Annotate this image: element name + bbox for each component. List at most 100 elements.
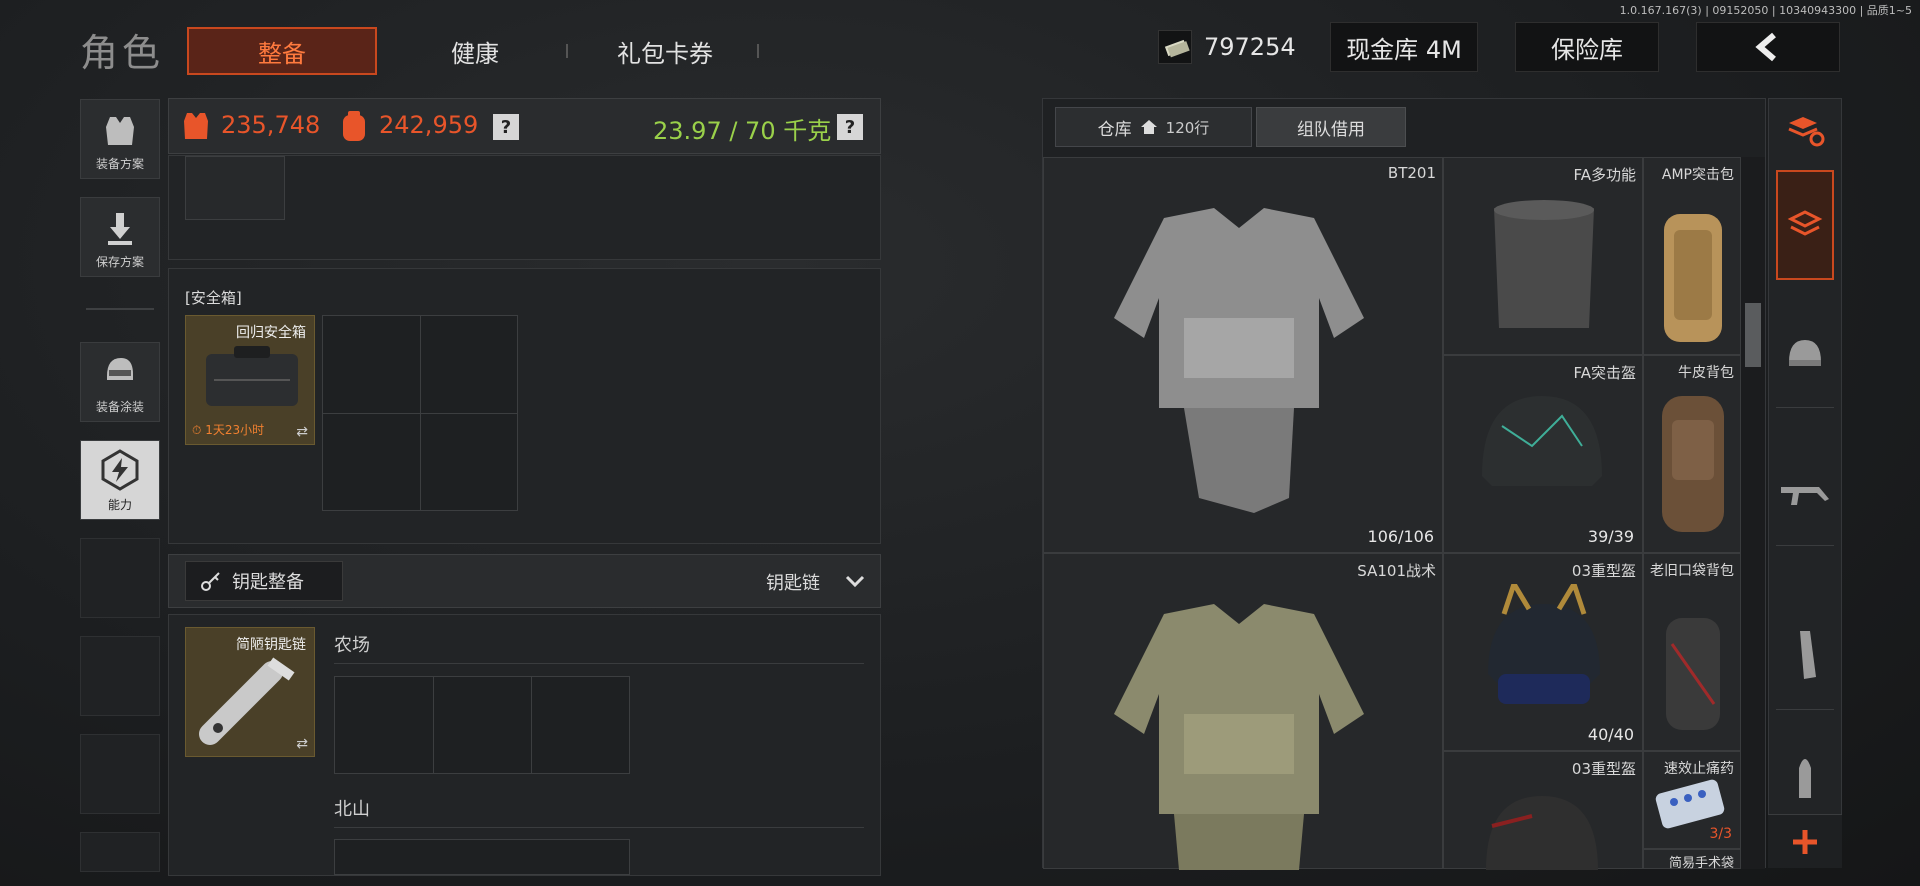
safe-box-grid — [322, 315, 518, 511]
page-title: 角色 — [80, 31, 165, 75]
sort-button[interactable] — [1776, 100, 1834, 160]
item-count: 3/3 — [1709, 826, 1732, 842]
keychain-item[interactable]: 简陋钥匙链 ⇄ — [185, 627, 315, 757]
gear-panel — [168, 155, 881, 260]
magazine-icon — [1800, 630, 1816, 679]
key-loadout-label: 钥匙整备 — [232, 572, 304, 593]
item-cell-helmet[interactable]: 03重型盔 40/40 — [1443, 553, 1643, 751]
team-borrow-label: 组队借用 — [1297, 119, 1365, 140]
vest-icon — [106, 117, 134, 145]
helmet-icon — [1789, 339, 1821, 366]
item-cell-armor[interactable]: BT201 106/106 — [1043, 157, 1443, 553]
key-section-header: 钥匙整备 钥匙链 — [168, 554, 881, 608]
item-name: 简易手术袋 — [1668, 856, 1734, 871]
category-all[interactable] — [1776, 170, 1834, 280]
tab-health[interactable]: 健康 — [400, 27, 550, 75]
tab-divider — [757, 44, 759, 58]
sidebar-item-label: 装备方案 — [95, 157, 144, 171]
item-durability: 40/40 — [1587, 725, 1634, 744]
item-cell-pouch[interactable]: FA多功能 — [1443, 157, 1643, 355]
item-name: BT201 — [1387, 164, 1436, 182]
sidebar-item-paint[interactable]: 装备涂装 — [80, 342, 160, 422]
warehouse-tab[interactable]: 仓库 120行 — [1055, 107, 1252, 147]
backpack-image — [1664, 214, 1722, 342]
tab-gift-cards[interactable]: 礼包卡券 — [585, 27, 745, 75]
category-weapon[interactable] — [1776, 436, 1834, 546]
grid-line — [323, 413, 517, 414]
item-name: 牛皮背包 — [1678, 365, 1734, 381]
gear-slot[interactable] — [185, 156, 285, 220]
tab-divider — [566, 44, 568, 58]
item-durability: 39/39 — [1587, 527, 1634, 546]
item-name: 回归安全箱 — [236, 325, 306, 341]
vest-value: 235,748 — [221, 111, 321, 139]
scrollbar-track[interactable] — [1741, 157, 1765, 869]
helmet-paint-icon — [107, 358, 133, 380]
item-name: 简陋钥匙链 — [236, 637, 306, 653]
grid-line — [433, 677, 434, 773]
tab-loadout[interactable]: 整备 — [187, 27, 377, 75]
keychain-dropdown-label[interactable]: 钥匙链 — [766, 569, 820, 595]
safe-box-title: [安全箱] — [185, 289, 242, 307]
swap-icon[interactable]: ⇄ — [296, 424, 308, 440]
rifle-icon — [1781, 486, 1829, 505]
helmet-image — [1486, 796, 1598, 870]
item-cell-backpack[interactable]: AMP突击包 — [1643, 157, 1741, 355]
grid-line — [531, 677, 532, 773]
item-cell-helmet[interactable]: FA突击盔 39/39 — [1443, 355, 1643, 553]
loadout-header: 235,748 242,959 ? 23.97 / 70 千克 ? — [168, 98, 881, 154]
cash-icon — [1158, 30, 1192, 64]
item-name: SA101战术 — [1357, 562, 1436, 580]
bullet-icon — [1799, 758, 1811, 798]
back-button[interactable] — [1696, 22, 1840, 72]
item-name: FA突击盔 — [1573, 364, 1636, 382]
safe-box-timer: ⏱ 1天23小时 — [192, 423, 265, 437]
item-cell-armor[interactable]: SA101战术 — [1043, 553, 1443, 870]
currency-value: 797254 — [1204, 33, 1296, 61]
key-loadout-button[interactable]: 钥匙整备 — [185, 561, 343, 601]
backpack-image — [1666, 618, 1720, 730]
item-name: 速效止痛药 — [1664, 761, 1734, 777]
team-borrow-tab[interactable]: 组队借用 — [1256, 107, 1406, 147]
backpack-value: 242,959 — [379, 111, 479, 139]
sidebar-item-label: 装备涂装 — [95, 400, 144, 414]
item-cell-backpack[interactable]: 老旧口袋背包 — [1643, 553, 1741, 751]
item-durability: 106/106 — [1367, 527, 1434, 546]
download-icon — [108, 213, 132, 245]
key-icon — [201, 572, 220, 591]
item-cell-medicine[interactable]: 速效止痛药 3/3 — [1643, 751, 1741, 849]
backpack-value-icon — [343, 111, 365, 141]
sidebar-item-ability[interactable]: 能力 — [80, 440, 160, 520]
item-cell-backpack[interactable]: 牛皮背包 — [1643, 355, 1741, 553]
ability-icon — [101, 449, 139, 491]
scrollbar-thumb[interactable] — [1745, 303, 1761, 367]
sidebar-slot-empty — [80, 538, 160, 618]
map-divider — [334, 663, 864, 664]
value-help-button[interactable]: ? — [493, 114, 519, 140]
sidebar-item-loadout-plan[interactable]: 装备方案 — [80, 99, 160, 179]
sidebar-item-label: 保存方案 — [95, 255, 144, 269]
category-magazine[interactable] — [1776, 600, 1834, 710]
vest-value-icon — [184, 113, 208, 139]
map-label: 北山 — [334, 799, 370, 820]
item-cell-surgery-kit[interactable]: 简易手术袋 — [1643, 849, 1741, 871]
pill-blister-image — [1655, 779, 1725, 829]
sidebar-item-label: 能力 — [107, 498, 132, 512]
cash-vault-button[interactable]: 现金库 4M — [1330, 22, 1478, 72]
map-divider — [334, 827, 864, 828]
sidebar-slot-empty — [80, 832, 160, 872]
weight-help-button[interactable]: ? — [837, 114, 863, 140]
chevron-left-icon — [1755, 32, 1776, 62]
insurance-vault-button[interactable]: 保险库 — [1515, 22, 1659, 72]
safe-box-item[interactable]: 回归安全箱 ⏱ 1天23小时 ⇄ — [185, 315, 315, 445]
swap-icon[interactable]: ⇄ — [296, 736, 308, 752]
item-cell-helmet[interactable]: 03重型盔 — [1443, 751, 1643, 870]
helmet-image — [1488, 584, 1600, 704]
chevron-down-icon[interactable] — [844, 573, 866, 589]
category-helmet[interactable] — [1776, 298, 1834, 408]
add-category-button[interactable] — [1768, 814, 1842, 868]
safe-box-panel: [安全箱] 回归安全箱 ⏱ 1天23小时 ⇄ — [168, 268, 881, 544]
sidebar-item-save-plan[interactable]: 保存方案 — [80, 197, 160, 277]
item-name: 老旧口袋背包 — [1650, 563, 1734, 579]
home-icon — [1140, 120, 1157, 134]
